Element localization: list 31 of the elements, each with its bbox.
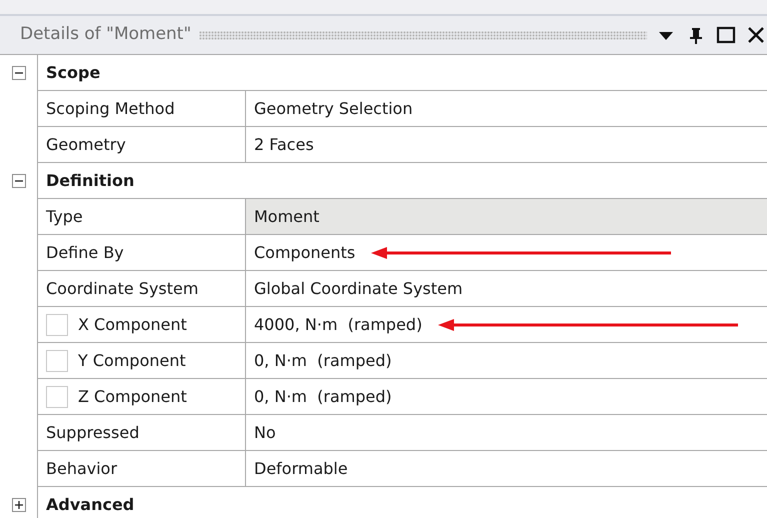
grip-handle[interactable] <box>199 30 647 40</box>
property-value[interactable]: 2 Faces <box>254 132 314 156</box>
group-header[interactable]: Definition <box>38 163 134 198</box>
property-value[interactable]: Moment <box>254 204 320 228</box>
checkbox[interactable] <box>46 314 68 336</box>
property-value[interactable]: 4000, N·m (ramped) <box>254 312 422 336</box>
property-label: Scoping Method <box>38 91 246 126</box>
panel-title: Details of "Moment" <box>20 23 192 46</box>
group-header[interactable]: Advanced <box>38 487 134 518</box>
property-label: Suppressed <box>38 415 246 450</box>
group-header[interactable]: Scope <box>38 55 100 90</box>
property-label: X Component <box>78 314 187 336</box>
property-value[interactable]: Deformable <box>254 456 348 480</box>
property-label: Geometry <box>38 127 246 162</box>
property-value[interactable]: 0, N·m (ramped) <box>254 348 392 372</box>
collapse-icon[interactable] <box>12 174 26 188</box>
property-label: Coordinate System <box>38 271 246 306</box>
property-label: Behavior <box>38 451 246 486</box>
property-value[interactable]: Global Coordinate System <box>254 276 463 300</box>
property-value[interactable]: No <box>254 420 276 444</box>
collapse-icon[interactable] <box>12 66 26 80</box>
property-value[interactable]: Geometry Selection <box>254 96 413 120</box>
maximize-icon[interactable] <box>715 24 737 46</box>
property-label: Define By <box>38 235 246 270</box>
checkbox[interactable] <box>46 350 68 372</box>
checkbox[interactable] <box>46 386 68 408</box>
property-value[interactable]: Components <box>254 240 356 264</box>
property-label: Z Component <box>78 386 187 408</box>
property-label: Y Component <box>78 350 186 372</box>
expand-icon[interactable] <box>12 498 26 512</box>
property-value[interactable]: 0, N·m (ramped) <box>254 384 392 408</box>
